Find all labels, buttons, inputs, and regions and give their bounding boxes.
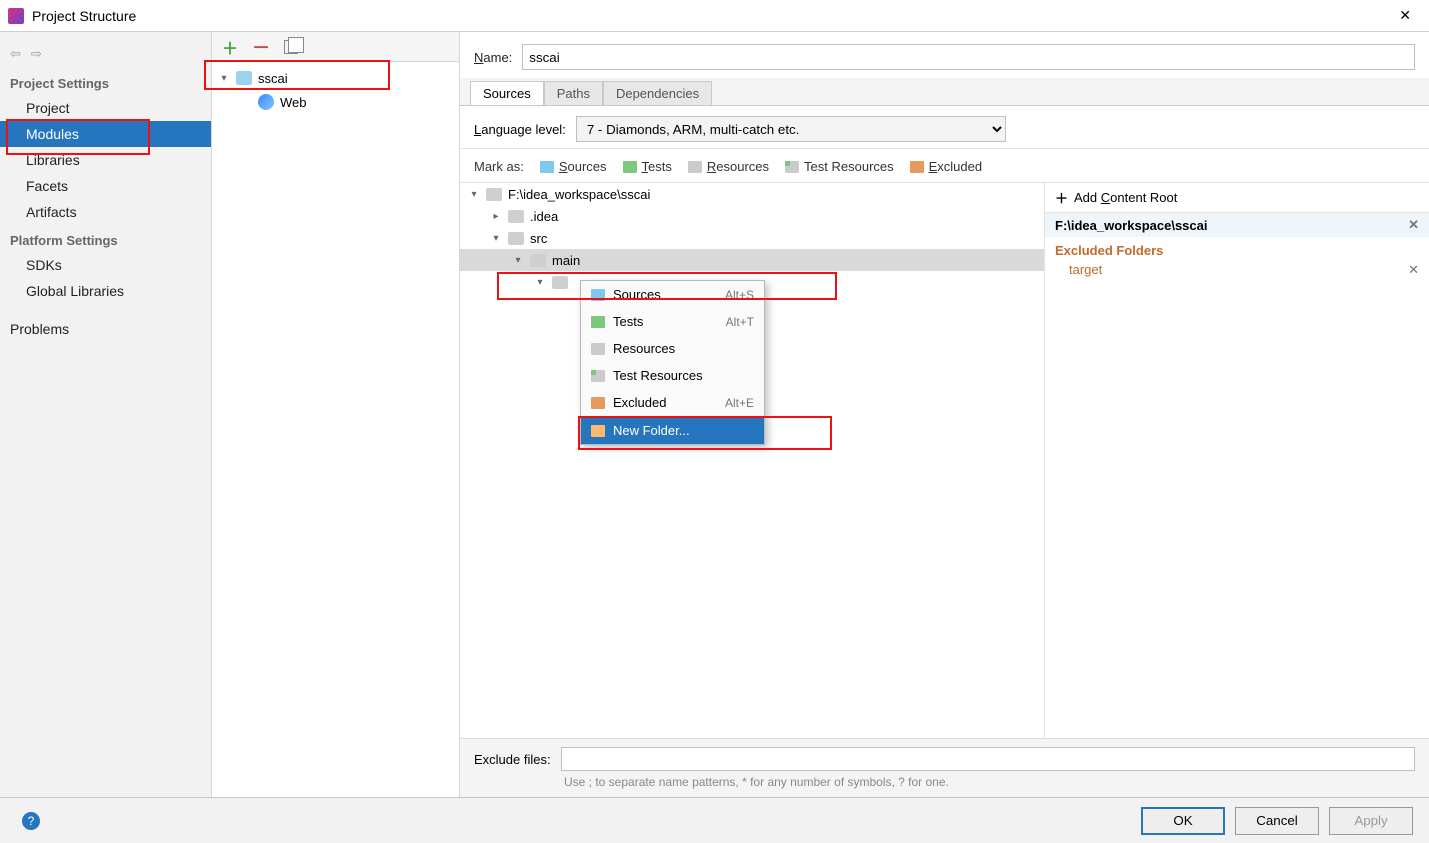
language-level-label: Language level: [474, 122, 566, 137]
name-label: Name: [474, 50, 512, 65]
help-icon[interactable]: ? [22, 812, 40, 830]
chevron-down-icon[interactable]: ▾ [218, 73, 230, 84]
cancel-button[interactable]: Cancel [1235, 807, 1319, 835]
titlebar: Project Structure ✕ [0, 0, 1429, 32]
excluded-folders-title: Excluded Folders [1045, 237, 1429, 260]
module-tree[interactable]: ▾ sscai Web [212, 62, 459, 797]
nav-back-icon[interactable]: ⇦ [10, 46, 21, 62]
chevron-down-icon[interactable]: ▾ [534, 277, 546, 288]
chevron-down-icon[interactable]: ▾ [512, 255, 524, 266]
mark-tests[interactable]: Tests [623, 159, 672, 174]
nav-problems[interactable]: Problems [0, 316, 211, 342]
tab-paths[interactable]: Paths [544, 81, 603, 105]
nav-facets[interactable]: Facets [0, 173, 211, 199]
context-menu: SourcesAlt+S TestsAlt+T Resources Test R… [580, 280, 765, 445]
window-title: Project Structure [32, 8, 1389, 24]
copy-module-icon[interactable] [284, 40, 298, 54]
folder-icon [486, 188, 502, 201]
chevron-down-icon[interactable]: ▾ [490, 233, 502, 244]
exclude-files-label: Exclude files: [474, 752, 551, 767]
module-root-label[interactable]: sscai [258, 71, 288, 86]
folder-icon [508, 232, 524, 245]
nav-forward-icon[interactable]: ⇨ [31, 46, 42, 62]
tab-dependencies[interactable]: Dependencies [603, 81, 712, 105]
nav-global-libraries[interactable]: Global Libraries [0, 278, 211, 304]
tree-main[interactable]: main [552, 253, 580, 268]
app-icon [8, 8, 24, 24]
content-root-item[interactable]: F:\idea_workspace\sscai✕ [1045, 213, 1429, 237]
tab-sources[interactable]: Sources [470, 81, 544, 105]
tree-content-root[interactable]: F:\idea_workspace\sscai [508, 187, 650, 202]
nav-project[interactable]: Project [0, 95, 211, 121]
ctx-excluded[interactable]: ExcludedAlt+E [581, 389, 764, 416]
tree-src[interactable]: src [530, 231, 547, 246]
close-icon[interactable]: ✕ [1389, 3, 1421, 28]
chevron-down-icon[interactable]: ▾ [468, 189, 480, 200]
mark-excluded[interactable]: Excluded [910, 159, 982, 174]
chevron-right-icon[interactable]: ▸ [490, 211, 502, 222]
folder-icon [552, 276, 568, 289]
remove-module-icon[interactable]: － [252, 34, 270, 60]
add-module-icon[interactable]: ＋ [222, 35, 238, 59]
excluded-folder-item[interactable]: target✕ [1045, 260, 1429, 280]
ok-button[interactable]: OK [1141, 807, 1225, 835]
content-roots-panel: ＋Add Content Root F:\idea_workspace\ssca… [1044, 183, 1429, 738]
group-platform-settings: Platform Settings [0, 225, 211, 252]
mark-as-row: Mark as: Sources Tests Resources Test Re… [460, 149, 1429, 182]
ctx-sources[interactable]: SourcesAlt+S [581, 281, 764, 308]
language-level-select[interactable]: 7 - Diamonds, ARM, multi-catch etc. [576, 116, 1006, 142]
module-column: ＋ － ▾ sscai Web [212, 32, 460, 797]
nav-modules[interactable]: Modules [0, 121, 211, 147]
ctx-tests[interactable]: TestsAlt+T [581, 308, 764, 335]
remove-root-icon[interactable]: ✕ [1408, 217, 1419, 233]
module-child-web[interactable]: Web [280, 95, 307, 110]
add-content-root[interactable]: ＋Add Content Root [1045, 183, 1429, 213]
remove-excluded-icon[interactable]: ✕ [1408, 262, 1419, 278]
module-toolbar: ＋ － [212, 32, 459, 62]
detail-tabs: Sources Paths Dependencies [460, 78, 1429, 106]
nav-artifacts[interactable]: Artifacts [0, 199, 211, 225]
web-facet-icon [258, 94, 274, 110]
dialog-footer: ? OK Cancel Apply [0, 797, 1429, 843]
nav-libraries[interactable]: Libraries [0, 147, 211, 173]
folder-icon [530, 254, 546, 267]
tree-idea[interactable]: .idea [530, 209, 558, 224]
ctx-resources[interactable]: Resources [581, 335, 764, 362]
source-tree[interactable]: ▾ F:\idea_workspace\sscai ▸ .idea ▾ src ▾ ma… [460, 183, 1044, 738]
mark-test-resources[interactable]: Test Resources [785, 159, 894, 174]
nav-sdks[interactable]: SDKs [0, 252, 211, 278]
exclude-files-input[interactable] [561, 747, 1415, 771]
mark-as-label: Mark as: [474, 159, 524, 174]
left-nav: ⇦ ⇨ Project Settings Project Modules Lib… [0, 32, 212, 797]
mark-resources[interactable]: Resources [688, 159, 769, 174]
module-folder-icon [236, 71, 252, 85]
ctx-test-resources[interactable]: Test Resources [581, 362, 764, 389]
folder-icon [508, 210, 524, 223]
ctx-new-folder[interactable]: New Folder... [581, 417, 764, 444]
exclude-files-hint: Use ; to separate name patterns, * for a… [460, 775, 1429, 797]
group-project-settings: Project Settings [0, 68, 211, 95]
apply-button[interactable]: Apply [1329, 807, 1413, 835]
mark-sources[interactable]: Sources [540, 159, 607, 174]
module-name-input[interactable] [522, 44, 1415, 70]
